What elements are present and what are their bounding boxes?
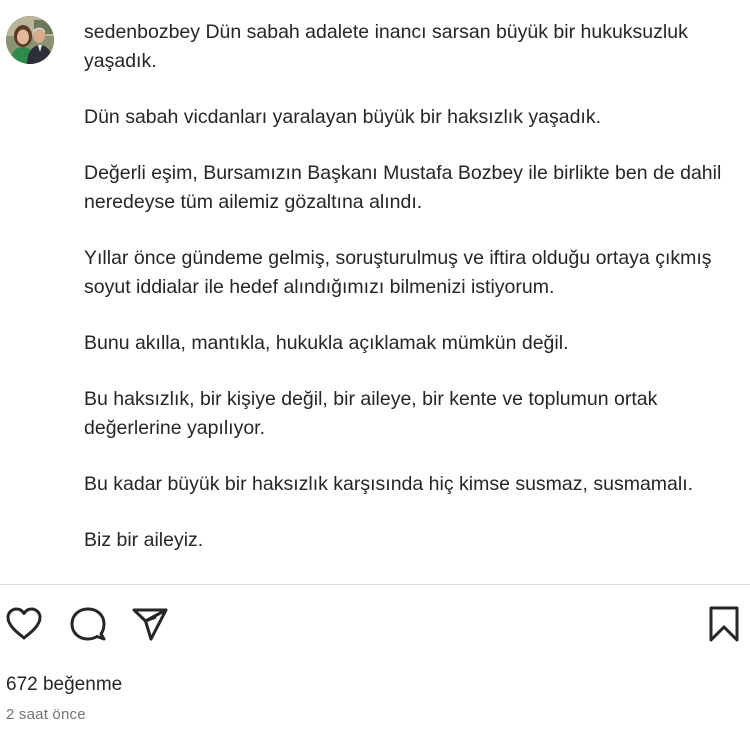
profile-photo-avatar bbox=[6, 16, 54, 64]
username-link[interactable]: sedenbozbey bbox=[84, 21, 200, 43]
caption-first-paragraph: sedenbozbey Dün sabah adalete inancı sar… bbox=[84, 18, 734, 76]
caption-paragraph: Biz bir aileyiz. bbox=[84, 529, 204, 551]
divider bbox=[0, 584, 750, 585]
avatar[interactable] bbox=[6, 16, 54, 64]
caption-paragraph: Bunu akılla, mantıkla, hukukla açıklamak… bbox=[84, 332, 569, 354]
likes-count[interactable]: 672 beğenme bbox=[6, 674, 122, 696]
post-caption-area: sedenbozbey Dün sabah adalete inancı sar… bbox=[0, 0, 750, 584]
comment-icon[interactable] bbox=[68, 604, 108, 644]
post-actions-bar bbox=[0, 604, 750, 648]
caption-paragraph: Bu haksızlık, bir kişiye değil, bir aile… bbox=[84, 388, 658, 439]
heart-icon[interactable] bbox=[4, 604, 44, 644]
caption-text: sedenbozbey Dün sabah adalete inancı sar… bbox=[84, 18, 734, 582]
caption-paragraph: Değerli eşim, Bursamızın Başkanı Mustafa… bbox=[84, 162, 722, 213]
share-icon[interactable] bbox=[130, 604, 170, 644]
caption-paragraph: Dün sabah vicdanları yaralayan büyük bir… bbox=[84, 106, 602, 128]
caption-paragraph: Yıllar önce gündeme gelmiş, soruşturulmu… bbox=[84, 247, 712, 298]
bookmark-icon[interactable] bbox=[704, 604, 744, 644]
caption-paragraph: Bu kadar büyük bir haksızlık karşısında … bbox=[84, 473, 694, 495]
post-timestamp[interactable]: 2 saat önce bbox=[6, 706, 86, 723]
